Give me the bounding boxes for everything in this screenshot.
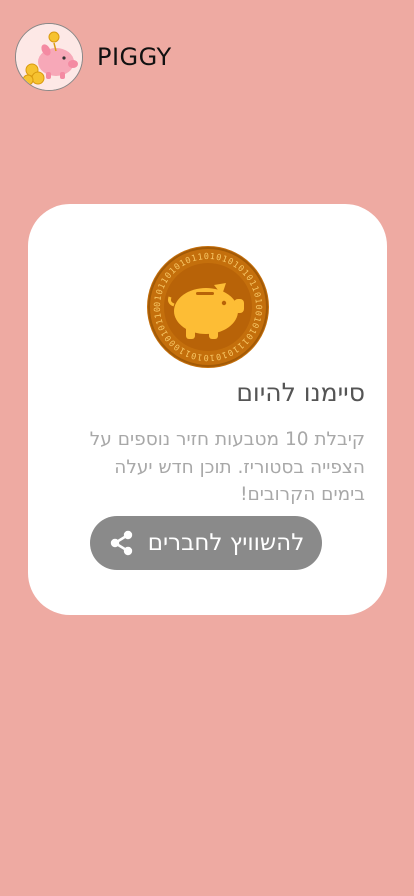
piggy-coin-icon: 0101101010110101010101101001010111010101…: [143, 238, 270, 369]
share-button-label: להשוויץ לחברים: [147, 530, 305, 556]
app-name: PIGGY: [97, 43, 172, 71]
card-title: סיימנו להיום: [236, 378, 365, 407]
app-header: PIGGY: [15, 23, 172, 91]
card-message: קיבלת 10 מטבעות חזיר נוספים על הצפייה בס…: [89, 429, 365, 505]
share-icon: [108, 529, 136, 557]
completion-card: 0101101010110101010101101001010111010101…: [28, 204, 387, 615]
share-button[interactable]: להשוויץ לחברים: [90, 516, 322, 570]
piggy-bank-logo-icon[interactable]: [15, 23, 83, 91]
